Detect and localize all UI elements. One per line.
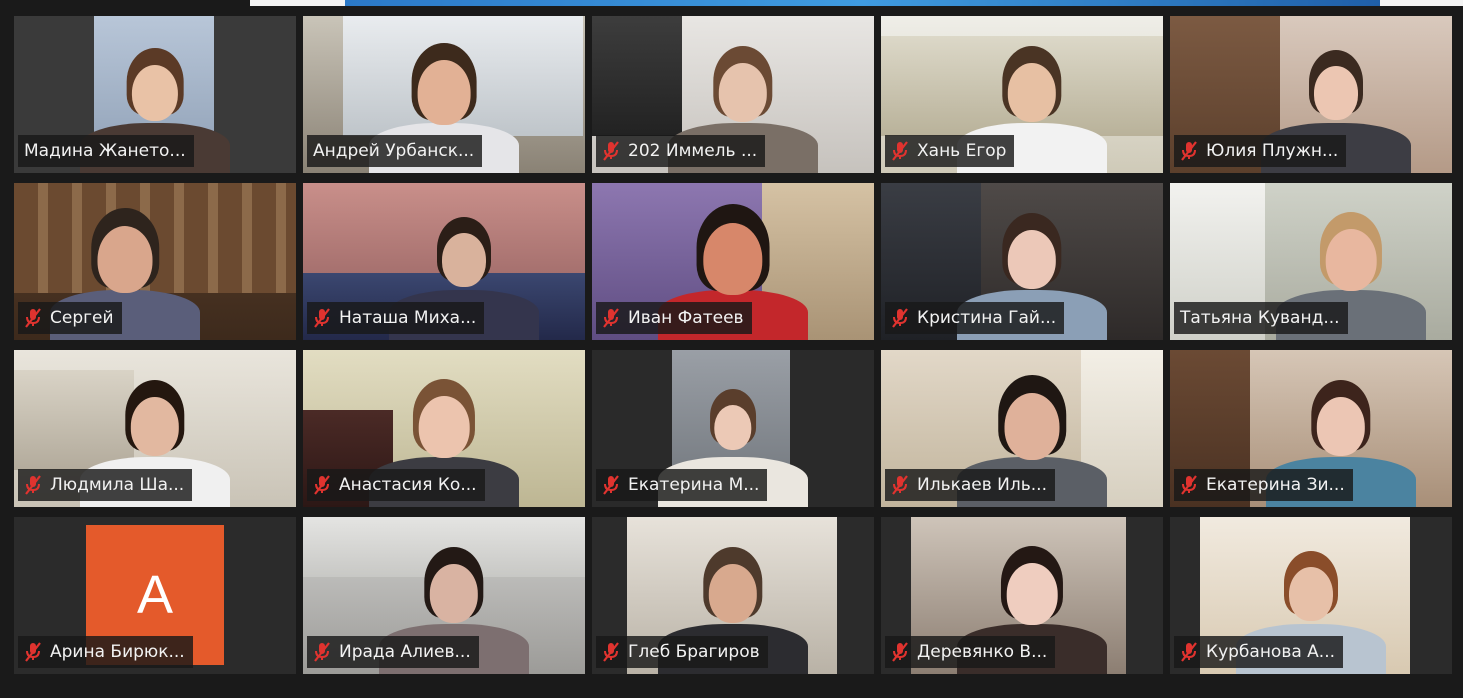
participant-name: Илькаев Иль... <box>917 475 1047 495</box>
mic-off-icon <box>24 308 42 328</box>
participant-tile[interactable]: Андрей Урбанск... <box>303 16 585 173</box>
mic-off-icon <box>602 475 620 495</box>
participant-name: Людмила Ша... <box>50 475 185 495</box>
participant-face <box>703 222 763 296</box>
participant-tile[interactable]: Татьяна Куванд... <box>1170 183 1452 340</box>
participant-name-label: Илькаев Иль... <box>885 469 1055 501</box>
participant-name-label: Екатерина Зи... <box>1174 469 1353 501</box>
participant-face <box>714 404 752 451</box>
participant-tile[interactable]: Анастасия Ко... <box>303 350 585 507</box>
participant-tile[interactable]: Ирада Алиев... <box>303 517 585 674</box>
mic-off-icon <box>602 141 620 161</box>
participant-name: Хань Егор <box>917 141 1007 161</box>
participant-name-label: Курбанова А... <box>1174 636 1344 668</box>
participant-tile[interactable]: Екатерина Зи... <box>1170 350 1452 507</box>
participant-name-label: Ирада Алиев... <box>307 636 479 668</box>
shared-screen-strip <box>345 0 1380 6</box>
participant-face <box>1004 392 1060 460</box>
participant-face <box>1007 63 1057 123</box>
participant-name: Екатерина Зи... <box>1206 475 1345 495</box>
participant-tile[interactable]: Деревянко В... <box>881 517 1163 674</box>
mic-off-icon <box>24 475 42 495</box>
participant-name-label: Екатерина М... <box>596 469 768 501</box>
participant-name-label: Арина Бирюк... <box>18 636 193 668</box>
participant-tile[interactable]: A Арина Бирюк... <box>14 517 296 674</box>
participant-face <box>418 395 470 458</box>
participant-tile[interactable]: Екатерина М... <box>592 350 874 507</box>
participant-name-label: Деревянко В... <box>885 636 1056 668</box>
participant-name-label: 202 Иммель ... <box>596 135 766 167</box>
participant-face <box>708 564 758 624</box>
participant-tile[interactable]: Людмила Ша... <box>14 350 296 507</box>
participant-face <box>131 64 179 122</box>
participant-face <box>1314 66 1358 120</box>
participant-name-label: Хань Егор <box>885 135 1015 167</box>
participant-tile[interactable]: Илькаев Иль... <box>881 350 1163 507</box>
participant-name: Арина Бирюк... <box>50 642 185 662</box>
participant-name-label: Кристина Гай... <box>885 302 1065 334</box>
participant-name: Юлия Плужн... <box>1206 141 1339 161</box>
participant-face <box>130 397 180 457</box>
participant-name: Кристина Гай... <box>917 308 1057 328</box>
participant-name-label: Сергей <box>18 302 122 334</box>
participant-tile[interactable]: Наташа Миха... <box>303 183 585 340</box>
participant-name-label: Андрей Урбанск... <box>307 135 483 167</box>
participant-name: Мадина Жането... <box>24 141 186 161</box>
participant-name-label: Иван Фатеев <box>596 302 752 334</box>
participant-face <box>718 63 768 123</box>
participant-face <box>442 233 486 287</box>
participant-name-label: Наташа Миха... <box>307 302 485 334</box>
participant-name: Сергей <box>50 308 114 328</box>
participant-name-label: Глеб Брагиров <box>596 636 768 668</box>
mic-off-icon <box>24 642 42 662</box>
mic-off-icon <box>1180 642 1198 662</box>
participant-tile[interactable]: 202 Иммель ... <box>592 16 874 173</box>
mic-off-icon <box>602 642 620 662</box>
participant-name: Андрей Урбанск... <box>313 141 475 161</box>
participant-name: Татьяна Куванд... <box>1180 308 1340 328</box>
participant-name: Глеб Брагиров <box>628 642 760 662</box>
participant-name: Екатерина М... <box>628 475 760 495</box>
mic-off-icon <box>891 141 909 161</box>
participant-tile[interactable]: Мадина Жането... <box>14 16 296 173</box>
mic-off-icon <box>891 308 909 328</box>
participant-name: Анастасия Ко... <box>339 475 477 495</box>
top-strip <box>250 0 1463 6</box>
mic-off-icon <box>891 642 909 662</box>
participant-name: Наташа Миха... <box>339 308 477 328</box>
participant-name: Иван Фатеев <box>628 308 744 328</box>
participant-name-label: Анастасия Ко... <box>307 469 485 501</box>
participant-tile[interactable]: Глеб Брагиров <box>592 517 874 674</box>
participant-tile[interactable]: Курбанова А... <box>1170 517 1452 674</box>
participant-face <box>1007 230 1057 290</box>
mic-off-icon <box>602 308 620 328</box>
participant-tile[interactable]: Хань Егор <box>881 16 1163 173</box>
participant-face <box>1325 228 1377 291</box>
mic-off-icon <box>1180 475 1198 495</box>
participant-face <box>1316 397 1366 457</box>
participant-tile[interactable]: Сергей <box>14 183 296 340</box>
participant-face <box>1289 567 1333 621</box>
mic-off-icon <box>1180 141 1198 161</box>
participant-name: Курбанова А... <box>1206 642 1336 662</box>
participant-name-label: Мадина Жането... <box>18 135 194 167</box>
participant-name-label: Татьяна Куванд... <box>1174 302 1348 334</box>
participant-face <box>429 564 479 624</box>
participant-tile[interactable]: Иван Фатеев <box>592 183 874 340</box>
mic-off-icon <box>891 475 909 495</box>
participant-tile[interactable]: Кристина Гай... <box>881 183 1163 340</box>
participant-face <box>417 60 471 125</box>
gallery-grid: Мадина Жането... Андрей Урбанск... 202 Имм… <box>14 16 1452 674</box>
participant-name: Деревянко В... <box>917 642 1048 662</box>
participant-name: 202 Иммель ... <box>628 141 758 161</box>
mic-off-icon <box>313 308 331 328</box>
mic-off-icon <box>313 642 331 662</box>
participant-name-label: Юлия Плужн... <box>1174 135 1347 167</box>
participant-tile[interactable]: Юлия Плужн... <box>1170 16 1452 173</box>
participant-face <box>1006 562 1058 625</box>
mic-off-icon <box>313 475 331 495</box>
participant-face <box>97 225 153 293</box>
participant-name: Ирада Алиев... <box>339 642 471 662</box>
participant-name-label: Людмила Ша... <box>18 469 193 501</box>
